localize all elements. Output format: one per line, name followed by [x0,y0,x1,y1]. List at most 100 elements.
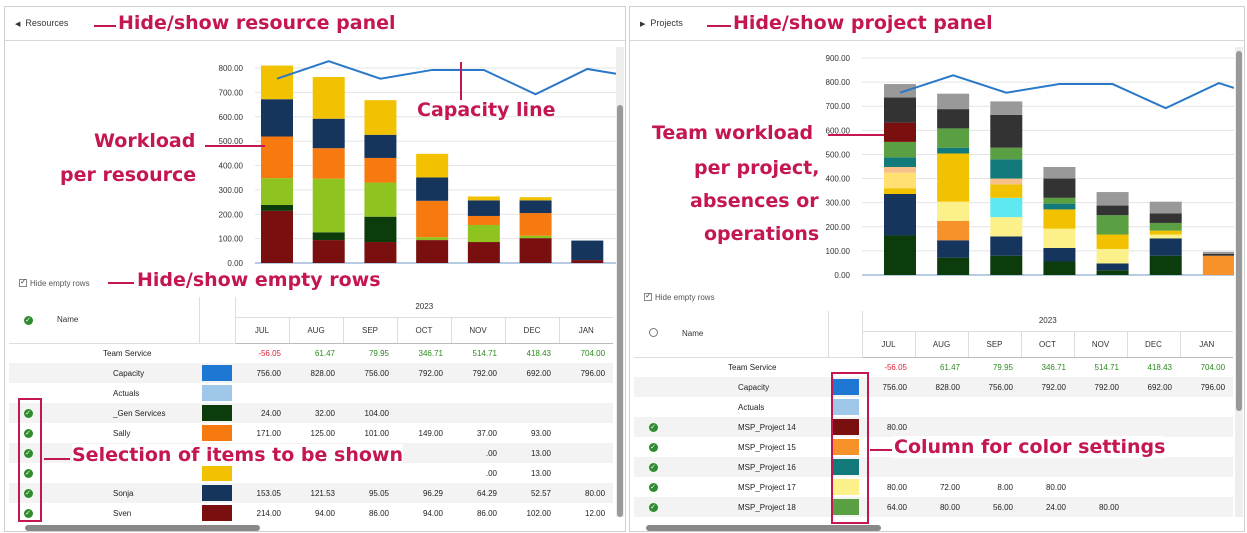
stacked-bar-segment [937,201,970,221]
selected-check-icon[interactable]: ✓ [648,483,658,492]
scroll-thumb[interactable] [617,105,623,517]
scroll-thumb[interactable] [1236,51,1242,411]
color-swatch[interactable] [202,425,232,441]
stacked-bar-segment [990,236,1023,256]
y-tick-label: 400.00 [219,162,244,171]
value-cell: 756.00 [235,363,289,383]
color-swatch[interactable] [202,385,232,401]
table-row[interactable]: ✓ Sonja 153.05 121.53 95.05 96.29 64.29 52.57 80… [9,483,614,503]
value-cell: -56.05 [884,362,907,372]
y-tick-label: 200.00 [219,210,244,219]
row-select-cell[interactable]: ✓ [634,477,672,497]
hide-empty-rows-checkbox[interactable]: Hide empty rows [644,291,715,302]
stacked-bar-segment [884,193,916,236]
project-panel-toggle[interactable]: ▶ Projects [640,18,683,28]
stacked-bar-segment [519,238,552,263]
stacked-bar-segment [312,232,345,241]
row-select-cell[interactable]: ✓ [634,497,672,517]
color-swatch[interactable] [202,465,232,481]
value-cell: .00 [485,468,497,478]
table-row[interactable]: Team Service -56.05 61.47 79.95 346.71 514.71… [9,343,613,363]
color-setting-cell[interactable] [199,383,235,403]
horizontal-scrollbar[interactable] [25,525,260,531]
annotation-pointer [707,25,731,27]
value-cell: 80.00 [1045,482,1066,492]
row-select-cell[interactable]: ✓ [634,437,672,457]
select-all-radio[interactable] [648,328,658,338]
color-setting-cell[interactable] [199,503,235,523]
value-cell: 96.29 [397,483,451,503]
hide-empty-rows-label: Hide empty rows [30,279,90,288]
table-row[interactable]: Team Service -56.05 61.47 79.95 346.71 514.71… [634,357,1233,377]
value-cell: 756.00 [968,377,1021,397]
table-row[interactable]: ✓ Sven 214.00 94.00 86.00 94.00 86.00 102.00 12.… [9,503,613,523]
selected-check-icon[interactable]: ✓ [648,503,658,512]
value-cell: 792.00 [451,363,505,383]
row-select-cell[interactable]: ✓ [634,417,672,437]
selected-check-icon[interactable]: ✓ [648,463,658,472]
resource-panel-toggle[interactable]: ◀ Resources [15,18,68,28]
table-row[interactable]: ✓ .00 13.00 [9,463,613,483]
stacked-bar-segment [1202,251,1234,254]
select-all-check-icon[interactable]: ✓ [23,315,33,325]
value-cell: 32.00 [289,403,343,423]
selected-check-icon[interactable]: ✓ [648,443,658,452]
color-swatch[interactable] [202,485,232,501]
stacked-bar-segment [884,122,916,142]
stacked-bar-segment [312,148,345,179]
value-cell [1074,397,1127,417]
month-header: AUG [914,331,968,358]
y-tick-label: 400.00 [826,175,851,184]
stacked-bar-segment [884,188,916,194]
table-row[interactable]: ✓ MSP_Project 16 [634,457,1234,477]
color-setting-cell[interactable] [199,483,235,503]
table-row[interactable]: Actuals [9,383,613,403]
select-all-header[interactable] [634,311,672,358]
value-cell: 756.00 [862,377,915,397]
color-setting-cell[interactable] [199,343,235,363]
row-select-cell[interactable]: ✓ [634,457,672,477]
color-swatch[interactable] [202,365,232,381]
table-row[interactable]: Capacity 756.00 828.00 756.00 792.00 792.00 69… [9,363,614,383]
selected-check-icon[interactable]: ✓ [648,423,658,432]
table-row[interactable]: ✓ MSP_Project 18 64.00 80.00 56.00 24.00 80.00 [634,497,1234,517]
hide-empty-rows-checkbox[interactable]: Hide empty rows [19,277,90,288]
stacked-bar-segment [990,159,1023,179]
table-row[interactable]: ✓ MSP_Project 14 80.00 [634,417,1234,437]
stacked-bar-segment [467,215,500,225]
stacked-bar-segment [1202,255,1234,275]
value-cell [559,463,613,483]
annotation-pointer [460,62,462,100]
select-all-header[interactable]: ✓ [9,297,47,344]
color-setting-cell[interactable] [199,363,235,383]
vertical-scrollbar[interactable] [1235,47,1243,517]
vertical-scrollbar[interactable] [616,47,624,517]
value-cell [1127,417,1180,437]
horizontal-scrollbar[interactable] [646,525,881,531]
month-header: OCT [396,317,451,344]
stacked-bar-segment [937,220,970,241]
table-row[interactable]: Actuals [634,397,1233,417]
stacked-bar-segment [467,242,500,263]
table-row[interactable]: ✓ MSP_Project 17 80.00 72.00 8.00 80.00 [634,477,1233,497]
stacked-bar-segment [467,224,500,243]
stacked-bar-segment [571,240,604,261]
month-header: JUL [861,331,915,358]
table-row[interactable]: ✓ _Gen Services 24.00 32.00 104.00 [9,403,614,423]
color-swatch[interactable] [202,405,232,421]
value-cell: 828.00 [289,363,343,383]
y-tick-label: 0.00 [227,259,243,268]
value-cell: 121.53 [289,483,343,503]
value-cell: 95.05 [343,483,397,503]
checkbox-icon [644,291,652,301]
stacked-bar-segment [364,100,397,135]
table-row[interactable]: ✓ Sally 171.00 125.00 101.00 149.00 37.00 93.00 [9,423,613,443]
color-setting-cell[interactable] [199,463,235,483]
color-swatch[interactable] [202,505,232,521]
value-cell: 102.00 [526,508,551,518]
color-setting-cell[interactable] [199,403,235,423]
table-row[interactable]: Capacity 756.00 828.00 756.00 792.00 792.00 69… [634,377,1234,397]
annotation-resource-panel: Hide/show resource panel [118,12,396,34]
month-header: NOV [450,317,505,344]
color-setting-cell[interactable] [199,423,235,443]
